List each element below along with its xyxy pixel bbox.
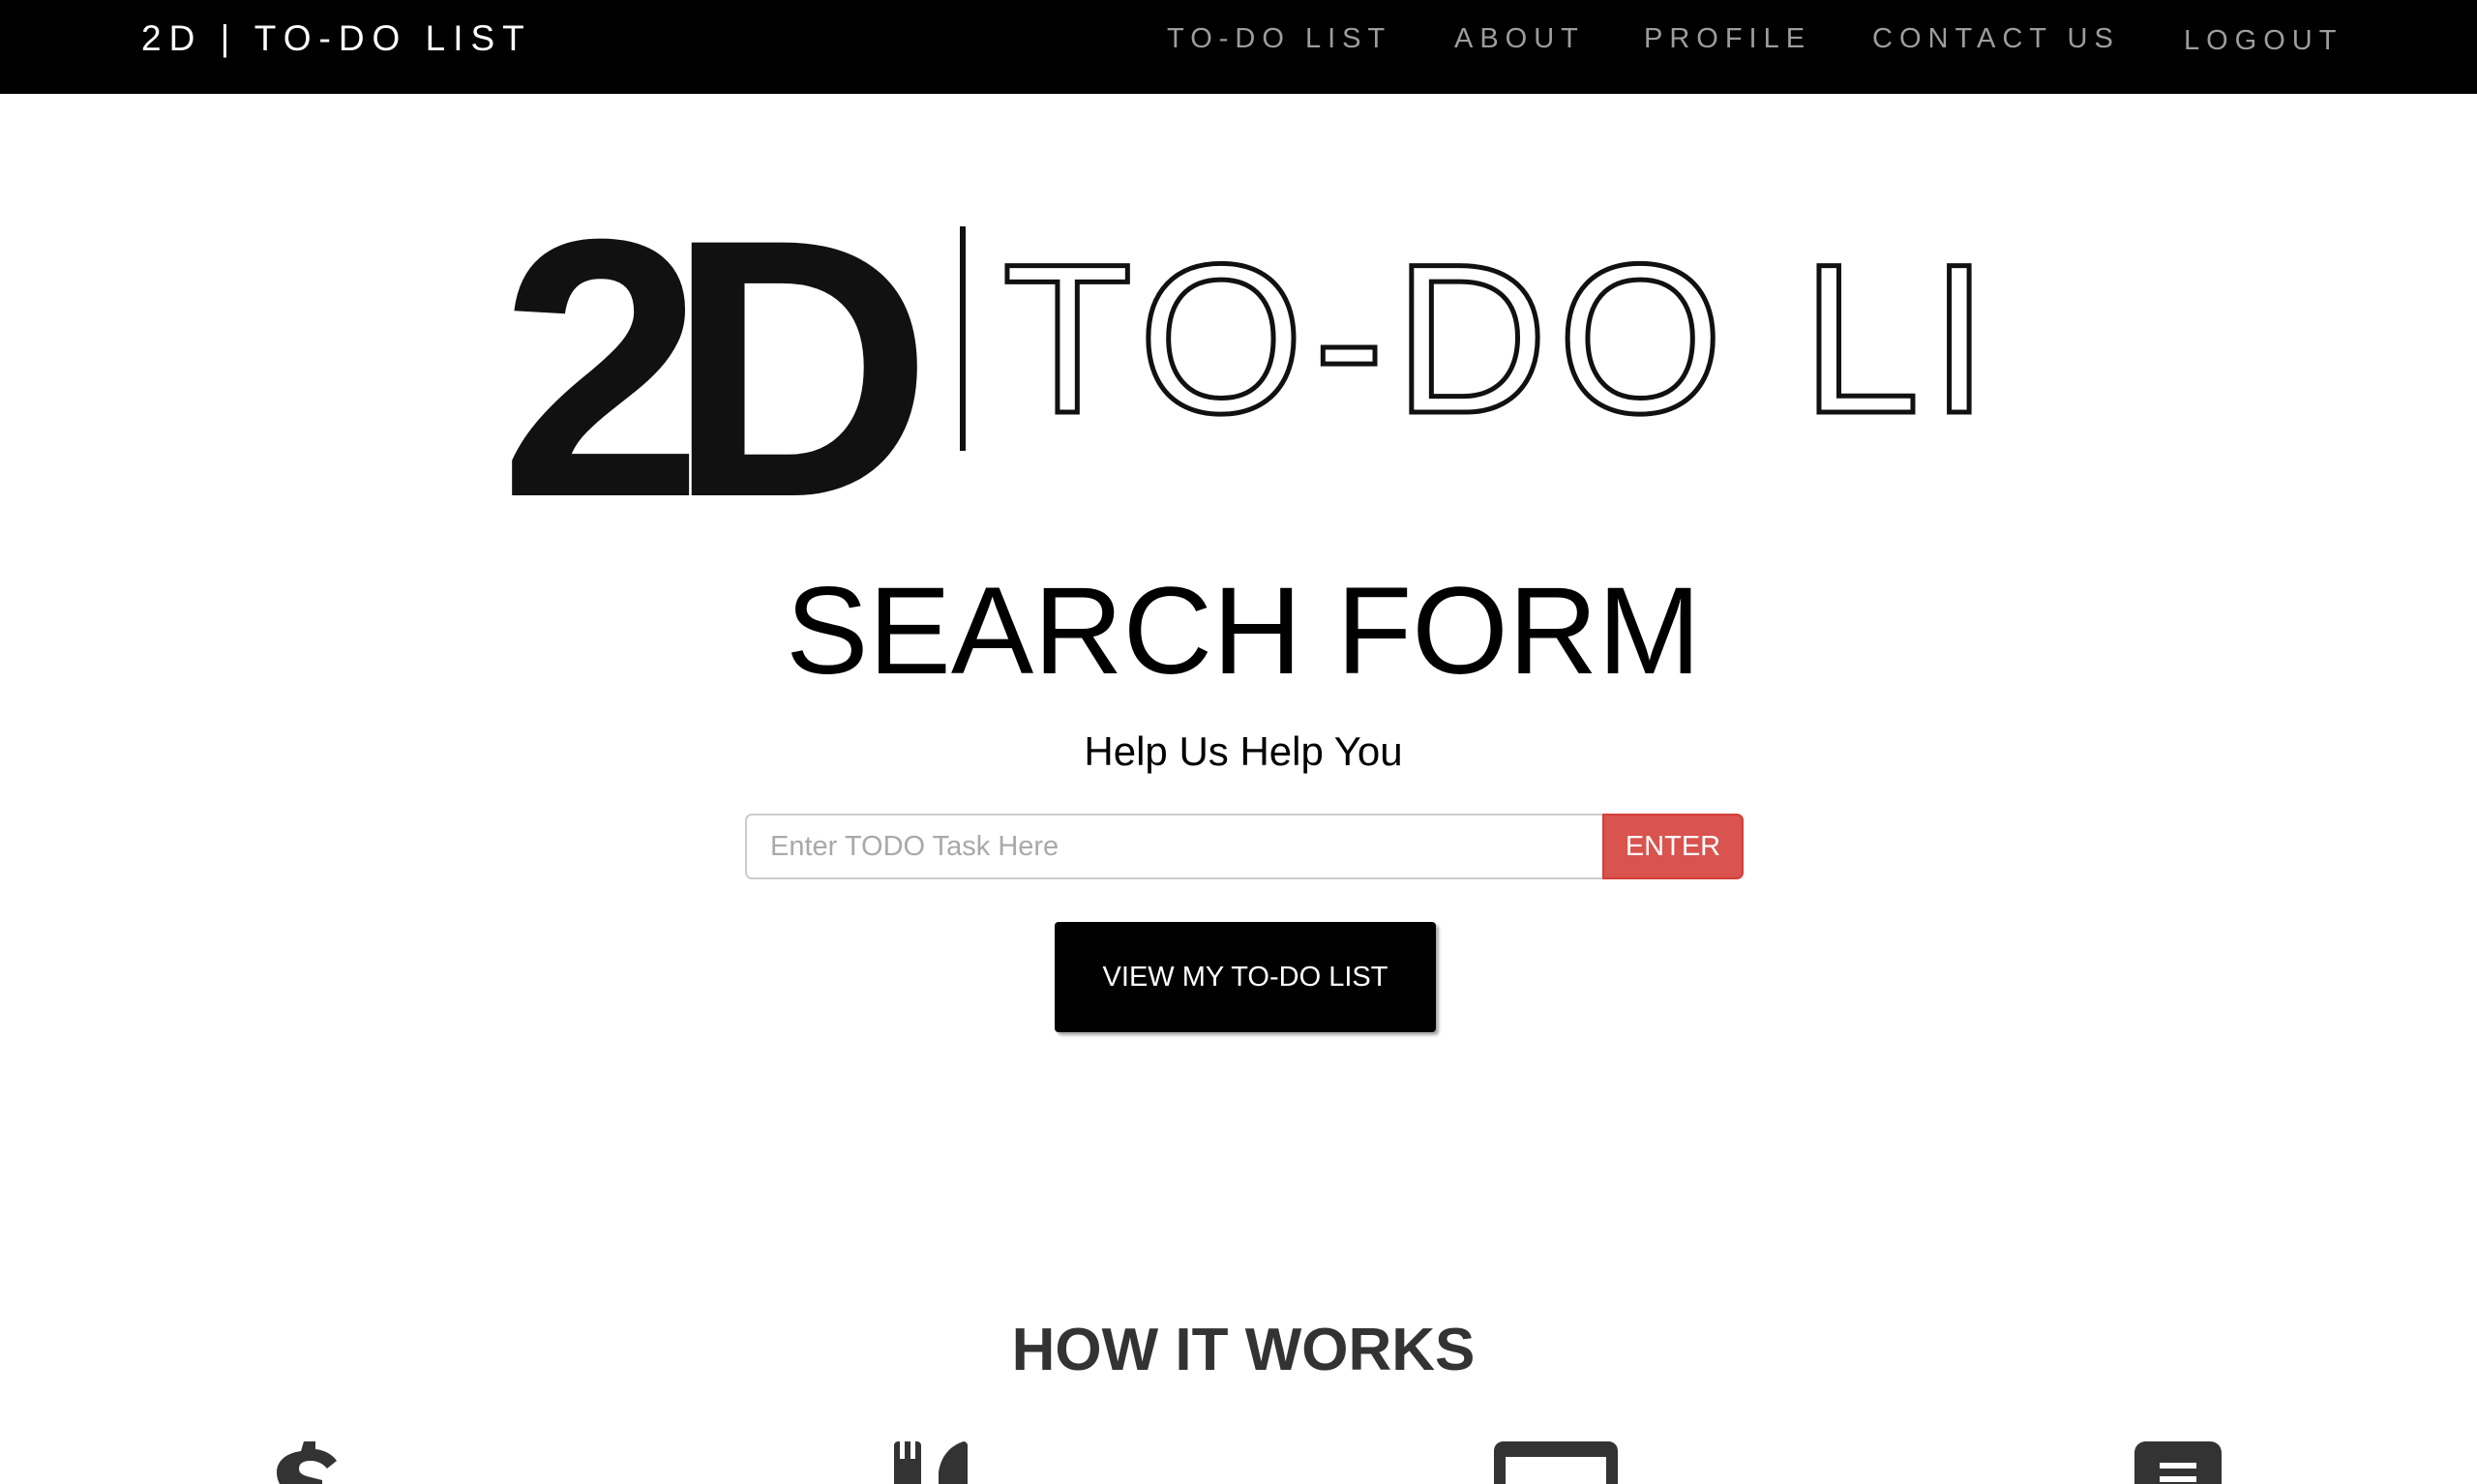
nav-link-contact-us[interactable]: CONTACT US [1872, 19, 2120, 58]
search-form: ENTER [745, 814, 1744, 879]
nav-link-todo-list[interactable]: TO-DO LIST [1167, 19, 1391, 58]
logo-mark: 2D [499, 203, 920, 522]
logo-divider [960, 226, 966, 451]
todo-task-input[interactable] [745, 814, 1604, 879]
how-it-works-title: HOW IT WORKS [1011, 1317, 1476, 1383]
enter-button[interactable]: ENTER [1602, 814, 1744, 879]
cutlery-icon [894, 1441, 968, 1484]
nav-link-logout[interactable]: LOGOUT [2184, 21, 2343, 60]
document-icon [2134, 1441, 2222, 1484]
logo-graphic: 2D TO-DO LIST [499, 203, 1985, 522]
logo: 2D TO-DO LIST [499, 203, 1985, 522]
logo-text: TO-DO LIST [1002, 220, 1985, 458]
page-title: SEARCH FORM [786, 562, 1701, 700]
view-todo-list-button[interactable]: VIEW MY TO-DO LIST [1055, 922, 1436, 1032]
nav-links: TO-DO LIST ABOUT PROFILE CONTACT US LOGO… [0, 19, 2477, 58]
page-subtitle: Help Us Help You [1084, 728, 1403, 774]
nav-link-about[interactable]: ABOUT [1454, 19, 1585, 58]
monitor-icon [1494, 1441, 1618, 1484]
nav-link-profile[interactable]: PROFILE [1644, 19, 1811, 58]
dollar-icon [277, 1441, 337, 1484]
navbar: 2D | TO-DO LIST TO-DO LIST ABOUT PROFILE… [0, 0, 2477, 94]
